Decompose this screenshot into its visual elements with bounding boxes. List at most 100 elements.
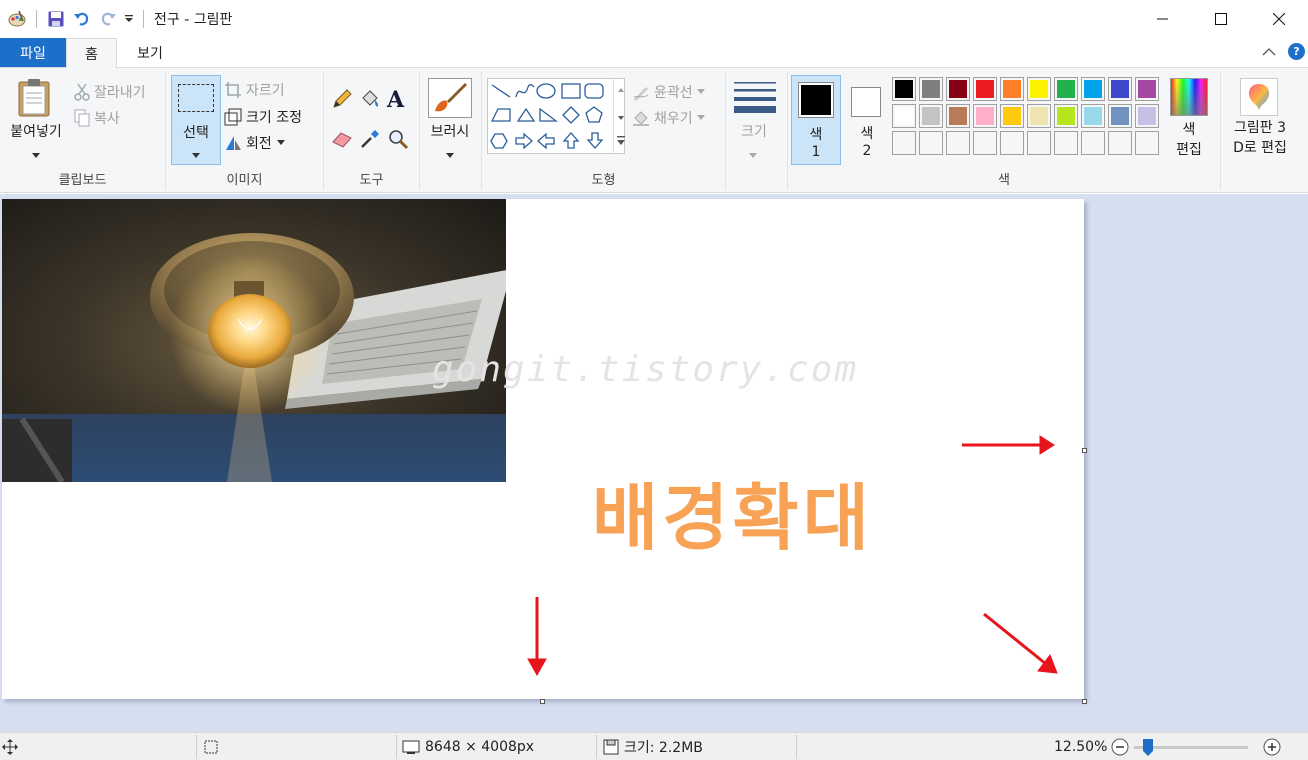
color-picker-icon[interactable]	[359, 128, 381, 154]
text-tool-icon[interactable]: A	[387, 87, 404, 113]
palette-swatch[interactable]	[1108, 77, 1132, 101]
palette-swatch[interactable]	[919, 104, 943, 128]
brushes-dropdown-icon[interactable]	[446, 148, 454, 163]
undo-icon[interactable]	[69, 6, 95, 32]
palette-swatch-empty[interactable]	[973, 131, 997, 155]
color1-button[interactable]: 색 1	[791, 75, 841, 165]
cut-button[interactable]: 잘라내기	[74, 80, 146, 104]
paste-dropdown-icon[interactable]	[32, 148, 40, 163]
eraser-icon[interactable]	[331, 130, 353, 152]
palette-swatch-empty[interactable]	[1054, 131, 1078, 155]
edit-colors-icon[interactable]	[1170, 78, 1208, 116]
shapes-scrollbar[interactable]	[613, 78, 627, 154]
zoom-out-button[interactable]	[1111, 733, 1129, 760]
drawing-canvas[interactable]: gongit.tistory.com 배경확대	[2, 199, 1084, 699]
palette-swatch-empty[interactable]	[1135, 131, 1159, 155]
minimize-button[interactable]	[1134, 0, 1192, 38]
palette-swatch[interactable]	[946, 104, 970, 128]
fill-button[interactable]: 채우기	[632, 106, 705, 130]
line-size-icon[interactable]	[734, 80, 776, 118]
magnifier-icon[interactable]	[387, 128, 409, 154]
maximize-button[interactable]	[1192, 0, 1250, 38]
separator	[396, 735, 397, 759]
palette-swatch[interactable]	[919, 77, 943, 101]
canvas-workspace[interactable]: gongit.tistory.com 배경확대	[0, 194, 1308, 732]
palette-swatch-empty[interactable]	[1027, 131, 1051, 155]
palette-swatch[interactable]	[973, 77, 997, 101]
palette-swatch[interactable]	[892, 104, 916, 128]
palette-swatch[interactable]	[1027, 77, 1051, 101]
brushes-button[interactable]: 브러시	[420, 122, 480, 142]
palette-swatch-empty[interactable]	[1000, 131, 1024, 155]
palette-swatch[interactable]	[1000, 104, 1024, 128]
zoom-slider-thumb[interactable]	[1142, 738, 1154, 757]
palette-swatch-empty[interactable]	[1081, 131, 1105, 155]
save-icon[interactable]	[43, 6, 69, 32]
paint3d-label-line1[interactable]: 그림판 3	[1222, 118, 1298, 138]
redo-icon[interactable]	[95, 6, 121, 32]
size-dropdown-icon[interactable]	[749, 148, 757, 163]
palette-swatch[interactable]	[1081, 77, 1105, 101]
resize-button[interactable]: 크기 조정	[224, 105, 302, 129]
palette-swatch[interactable]	[1081, 104, 1105, 128]
resize-handle-bottom[interactable]	[540, 699, 545, 704]
outline-button[interactable]: 윤곽선	[632, 80, 705, 104]
palette-swatch[interactable]	[892, 77, 916, 101]
fill-icon	[633, 111, 649, 126]
color1-label-a: 색	[809, 127, 823, 143]
palette-swatch[interactable]	[1135, 104, 1159, 128]
edit-colors-label-b[interactable]: 편집	[1164, 140, 1214, 160]
palette-swatch[interactable]	[1027, 104, 1051, 128]
rotate-button[interactable]: 회전	[224, 131, 285, 155]
crop-button[interactable]: 자르기	[224, 78, 285, 102]
palette-swatch[interactable]	[1054, 104, 1078, 128]
paint3d-icon[interactable]	[1240, 78, 1278, 116]
palette-swatch-empty[interactable]	[946, 131, 970, 155]
resize-handle-right[interactable]	[1082, 448, 1087, 453]
tab-home[interactable]: 홈	[66, 38, 117, 68]
palette-swatch-empty[interactable]	[892, 131, 916, 155]
palette-swatch[interactable]	[1054, 77, 1078, 101]
palette-swatch[interactable]	[1108, 104, 1132, 128]
palette-swatch[interactable]	[946, 77, 970, 101]
customize-dropdown-icon[interactable]	[121, 6, 137, 32]
palette-swatch[interactable]	[1135, 77, 1159, 101]
resize-handle-corner[interactable]	[1082, 699, 1087, 704]
edit-colors-label-a[interactable]: 색	[1164, 120, 1214, 140]
zoom-in-button[interactable]	[1263, 733, 1281, 760]
paint-app-icon[interactable]	[4, 6, 30, 32]
select-dropdown-icon[interactable]	[192, 148, 200, 163]
fill-label: 채우기	[654, 111, 693, 127]
size-button[interactable]: 크기	[726, 122, 782, 142]
separator	[36, 10, 37, 28]
clipboard-group: 붙여넣기 잘라내기 복사 클립보드	[0, 72, 166, 190]
help-icon[interactable]: ?	[1288, 43, 1305, 60]
palette-swatch[interactable]	[973, 104, 997, 128]
tools-group: A 도구	[324, 72, 420, 190]
zoom-level: 12.50%	[1054, 739, 1108, 755]
tab-file[interactable]: 파일	[0, 38, 66, 67]
resize-label: 크기 조정	[246, 110, 302, 126]
fill-bucket-icon[interactable]	[359, 88, 381, 114]
clipboard-group-label: 클립보드	[58, 173, 107, 188]
shapes-gallery[interactable]	[487, 78, 625, 154]
paste-icon[interactable]	[16, 78, 54, 122]
pencil-icon[interactable]	[331, 88, 353, 114]
paint3d-label-line2[interactable]: D로 편집	[1222, 138, 1298, 158]
palette-swatch-empty[interactable]	[919, 131, 943, 155]
color2-label-b: 2	[862, 143, 872, 159]
color2-button[interactable]: 색 2	[844, 75, 890, 165]
palette-swatch-empty[interactable]	[1108, 131, 1132, 155]
close-button[interactable]	[1250, 0, 1308, 38]
select-button[interactable]: 선택	[171, 75, 221, 165]
tools-group-label: 도구	[359, 173, 384, 188]
copy-button[interactable]: 복사	[74, 106, 120, 130]
collapse-ribbon-icon[interactable]	[1262, 46, 1276, 61]
diagonal-arrow-head	[1037, 653, 1058, 674]
select-rectangle-icon	[178, 84, 214, 112]
paste-button[interactable]: 붙여넣기	[0, 122, 72, 142]
palette-swatch[interactable]	[1000, 77, 1024, 101]
ribbon-tabs: 파일 홈 보기 ?	[0, 38, 1308, 68]
brush-icon[interactable]	[428, 78, 472, 118]
tab-view[interactable]: 보기	[120, 38, 180, 67]
